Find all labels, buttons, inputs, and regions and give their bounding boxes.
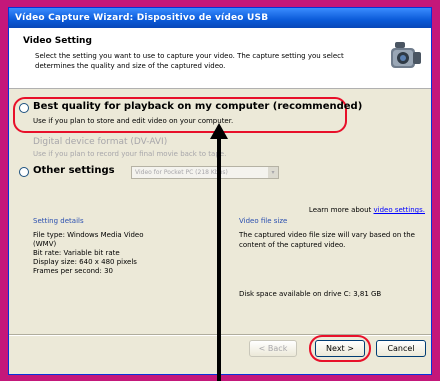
best-quality-description: Use if you plan to store and edit video … (33, 117, 234, 125)
learn-more: Learn more about video settings. (309, 205, 425, 215)
other-settings-dropdown[interactable]: Video for Pocket PC (218 Kbps) ▾ (131, 166, 279, 179)
setting-details-title: Setting details (33, 217, 84, 225)
wizard-header: Video Setting Select the setting you wan… (9, 28, 431, 89)
page-description: Select the setting you want to use to ca… (35, 52, 344, 70)
best-quality-label[interactable]: Best quality for playback on my computer… (33, 101, 362, 112)
next-button[interactable]: Next > (315, 340, 365, 357)
camera-icon (391, 42, 421, 68)
window-title: Vídeo Capture Wizard: Dispositivo de víd… (9, 8, 431, 28)
back-button[interactable]: < Back (249, 340, 297, 357)
other-settings-radio[interactable] (19, 167, 29, 177)
learn-more-text: Learn more about (308, 206, 372, 214)
chevron-down-icon: ▾ (268, 167, 278, 178)
setting-details-line-4: Frames per second: 30 (33, 267, 113, 275)
video-settings-link[interactable]: video settings. (374, 206, 426, 214)
other-settings-label[interactable]: Other settings (33, 165, 115, 176)
disk-space-text: Disk space available on drive C: 3,81 GB (239, 290, 382, 298)
video-file-size-text: The captured video file size will vary b… (239, 231, 415, 249)
page-title: Video Setting (23, 36, 92, 46)
dv-avi-label: Digital device format (DV-AVI) (33, 137, 168, 147)
best-quality-radio[interactable] (19, 103, 29, 113)
up-arrow-icon (210, 123, 228, 381)
dv-avi-description: Use if you plan to record your final mov… (33, 150, 227, 158)
cancel-button[interactable]: Cancel (376, 340, 426, 357)
video-file-size-title: Video file size (239, 217, 288, 225)
